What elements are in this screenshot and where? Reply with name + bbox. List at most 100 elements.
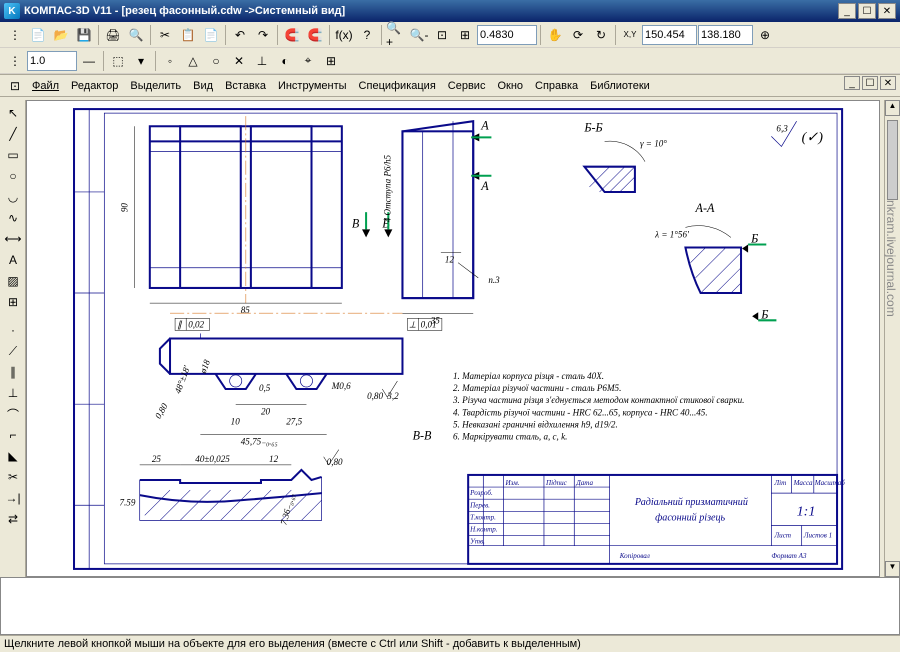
pan-button[interactable]: ✋ xyxy=(544,24,566,46)
text-tool[interactable]: A xyxy=(2,250,24,270)
svg-text:0,80: 0,80 xyxy=(153,401,170,420)
menu-select[interactable]: Выделить xyxy=(124,78,187,94)
linetype-button[interactable]: — xyxy=(78,50,100,72)
new-button[interactable]: 📄 xyxy=(27,24,49,46)
zoom-combo[interactable] xyxy=(477,25,537,45)
cut-button[interactable]: ✂ xyxy=(154,24,176,46)
svg-text:Н.контр.: Н.контр. xyxy=(469,526,498,534)
zoom-in-button[interactable]: 🔍+ xyxy=(385,24,407,46)
coord-y-field[interactable] xyxy=(698,25,753,45)
svg-text:Б-Б: Б-Б xyxy=(583,120,602,134)
svg-text:0,01: 0,01 xyxy=(421,319,437,329)
svg-text:7.59: 7.59 xyxy=(119,497,135,507)
fillet-tool[interactable]: ⌐ xyxy=(2,425,24,445)
menu-window[interactable]: Окно xyxy=(491,78,529,94)
mirror-tool[interactable]: ⇄ xyxy=(2,509,24,529)
magnet-off-icon[interactable]: 🧲 xyxy=(304,24,326,46)
menu-insert[interactable]: Вставка xyxy=(219,78,272,94)
circle-tool[interactable]: ○ xyxy=(2,166,24,186)
mdi-minimize[interactable]: _ xyxy=(844,76,860,90)
svg-text:ø18: ø18 xyxy=(198,358,213,376)
separator xyxy=(150,25,151,45)
print-button[interactable]: 🖨 xyxy=(102,24,124,46)
command-panel[interactable] xyxy=(0,577,900,635)
perp-tool[interactable]: ⊥ xyxy=(2,383,24,403)
point-tool[interactable]: · xyxy=(2,320,24,340)
watermark: nkram.livejournal.com xyxy=(884,200,898,317)
zoom-fit-button[interactable]: ⊞ xyxy=(454,24,476,46)
rect-tool[interactable]: ▭ xyxy=(2,145,24,165)
menu-editor[interactable]: Редактор xyxy=(65,78,124,94)
fx-button[interactable]: f(x) xyxy=(333,24,355,46)
close-button[interactable]: ✕ xyxy=(878,3,896,19)
drawing-canvas[interactable]: 90 85 В A A В 35 12 n.3 4 Отступа P6/h5 xyxy=(26,100,880,577)
scale-combo[interactable] xyxy=(27,51,77,71)
scroll-down-arrow[interactable]: ▼ xyxy=(885,561,900,577)
snap-perp-button[interactable]: ⊥ xyxy=(251,50,273,72)
aux-line-tool[interactable]: ⟋ xyxy=(2,341,24,361)
menu-file[interactable]: Файл xyxy=(26,78,65,94)
help-button[interactable]: ? xyxy=(356,24,378,46)
menu-help[interactable]: Справка xyxy=(529,78,584,94)
extend-tool[interactable]: →| xyxy=(2,488,24,508)
svg-text:40±0,025: 40±0,025 xyxy=(195,454,230,464)
line-tool[interactable]: ╱ xyxy=(2,124,24,144)
snap-near-button[interactable]: ⌖ xyxy=(297,50,319,72)
preview-button[interactable]: 🔍 xyxy=(125,24,147,46)
svg-text:4 Отступа P6/h5: 4 Отступа P6/h5 xyxy=(382,154,392,222)
trim-tool[interactable]: ✂ xyxy=(2,467,24,487)
svg-text:1:1: 1:1 xyxy=(797,503,816,519)
redo-button[interactable]: ↷ xyxy=(252,24,274,46)
scroll-up-arrow[interactable]: ▲ xyxy=(885,100,900,116)
snap-end-button[interactable]: ◦ xyxy=(159,50,181,72)
control-menu-icon[interactable]: ⊡ xyxy=(4,75,26,97)
paste-button[interactable]: 📄 xyxy=(200,24,222,46)
separator xyxy=(615,25,616,45)
snap-mid-button[interactable]: △ xyxy=(182,50,204,72)
zoom-out-button[interactable]: 🔍- xyxy=(408,24,430,46)
arc-tool[interactable]: ◡ xyxy=(2,187,24,207)
restore-button[interactable]: ☐ xyxy=(858,3,876,19)
layer-dropdown[interactable]: ▾ xyxy=(130,50,152,72)
svg-text:A: A xyxy=(480,118,489,132)
dim-tool[interactable]: ⟷ xyxy=(2,229,24,249)
rotate-button[interactable]: ⟳ xyxy=(567,24,589,46)
snap-grid-button[interactable]: ⊞ xyxy=(320,50,342,72)
snap-tan-button[interactable]: ◐ xyxy=(274,50,296,72)
menu-service[interactable]: Сервис xyxy=(442,78,492,94)
svg-text:Літ: Літ xyxy=(773,479,786,487)
table-tool[interactable]: ⊞ xyxy=(2,292,24,312)
svg-text:3,2: 3,2 xyxy=(386,391,399,401)
refresh-button[interactable]: ↻ xyxy=(590,24,612,46)
undo-button[interactable]: ↶ xyxy=(229,24,251,46)
svg-text:λ = 1°56': λ = 1°56' xyxy=(654,229,690,239)
pointer-tool[interactable]: ↖ xyxy=(2,103,24,123)
spline-tool[interactable]: ∿ xyxy=(2,208,24,228)
hatch-tool[interactable]: ▨ xyxy=(2,271,24,291)
open-button[interactable]: 📂 xyxy=(50,24,72,46)
target-icon[interactable]: ⊕ xyxy=(754,24,776,46)
menu-view[interactable]: Вид xyxy=(187,78,219,94)
menu-tools[interactable]: Инструменты xyxy=(272,78,353,94)
menu-libs[interactable]: Библиотеки xyxy=(584,78,656,94)
zoom-window-button[interactable]: ⊡ xyxy=(431,24,453,46)
vertical-scrollbar[interactable]: ▲ ▼ xyxy=(884,100,900,577)
minimize-button[interactable]: _ xyxy=(838,3,856,19)
svg-text:М0,6: М0,6 xyxy=(331,381,351,391)
snap-center-button[interactable]: ○ xyxy=(205,50,227,72)
svg-text:1. Матеріал корпуса різця - с: 1. Матеріал корпуса різця - сталь 40Х. xyxy=(453,371,604,381)
parallel-tool[interactable]: ∥ xyxy=(2,362,24,382)
layers-button[interactable]: ⬚ xyxy=(107,50,129,72)
mdi-close[interactable]: ✕ xyxy=(880,76,896,90)
scroll-thumb[interactable] xyxy=(887,120,898,200)
chamfer-tool[interactable]: ◣ xyxy=(2,446,24,466)
magnet-on-icon[interactable]: 🧲 xyxy=(281,24,303,46)
save-button[interactable]: 💾 xyxy=(73,24,95,46)
tangent-tool[interactable]: ⌒ xyxy=(2,404,24,424)
menu-spec[interactable]: Спецификация xyxy=(353,78,442,94)
coord-x-field[interactable] xyxy=(642,25,697,45)
copy-button[interactable]: 📋 xyxy=(177,24,199,46)
svg-text:4. Твардість різучої частини: 4. Твардість різучої частини - HRC 62...… xyxy=(453,407,708,417)
snap-int-button[interactable]: ✕ xyxy=(228,50,250,72)
mdi-restore[interactable]: ☐ xyxy=(862,76,878,90)
